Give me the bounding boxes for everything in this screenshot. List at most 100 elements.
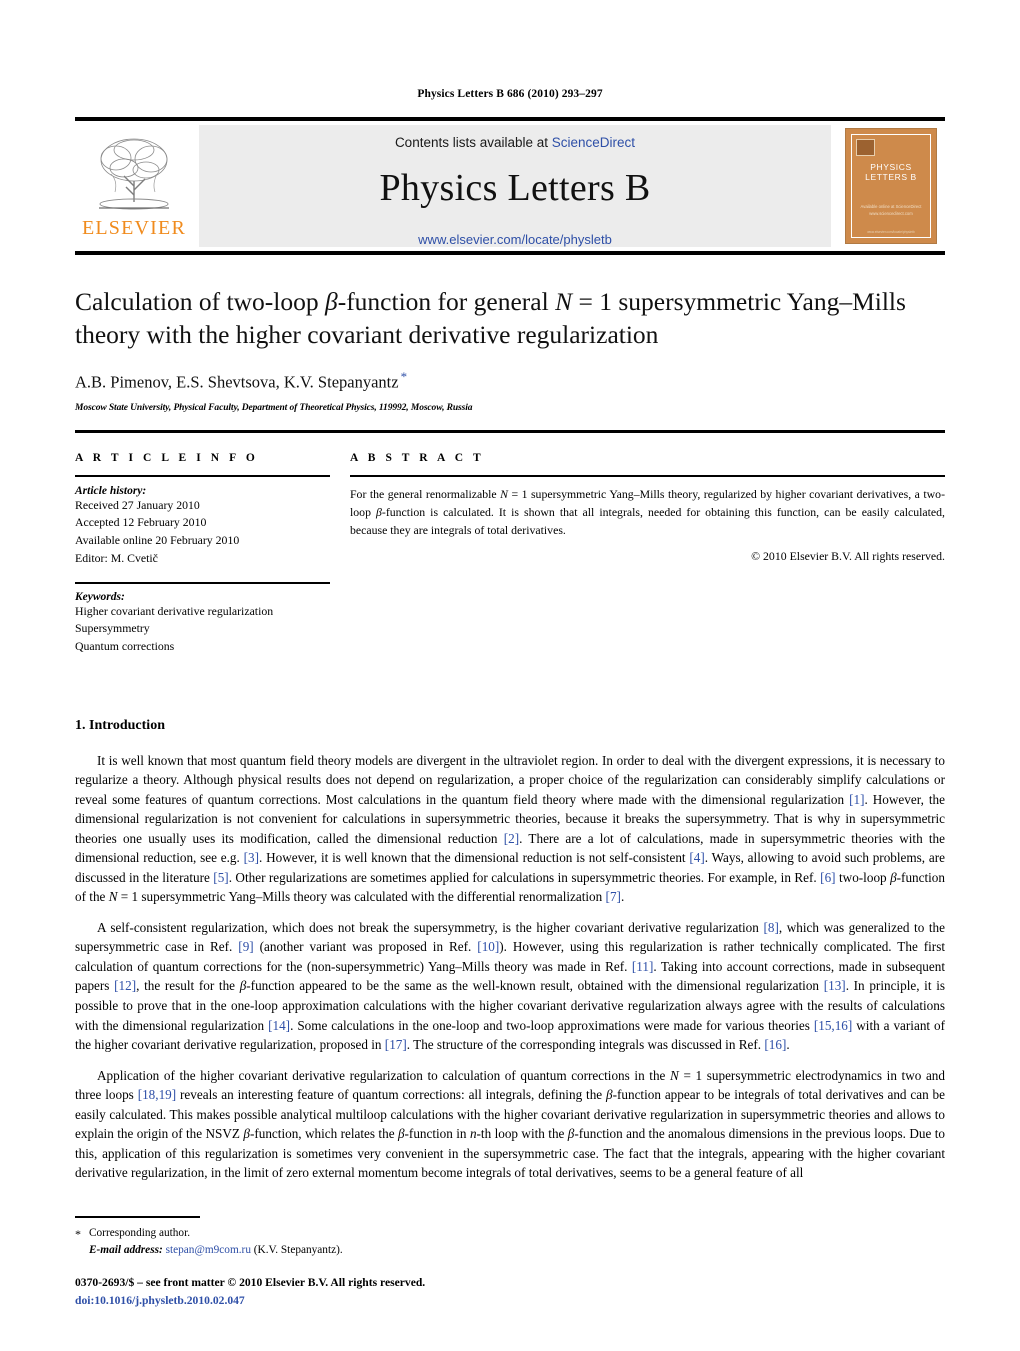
- citation-reference[interactable]: [13]: [824, 978, 846, 993]
- contents-prefix: Contents lists available at: [394, 135, 552, 150]
- body-text-run: = 1 supersymmetric Yang–Mills theory was…: [117, 889, 606, 905]
- sciencedirect-link[interactable]: ScienceDirect: [552, 135, 635, 150]
- body-text-run: -function, which relates the: [249, 1126, 398, 1142]
- body-text-run: Application of the higher covariant deri…: [97, 1067, 671, 1083]
- citation-reference[interactable]: [16]: [764, 1037, 786, 1052]
- journal-title: Physics Letters B: [379, 167, 651, 209]
- body-text-run: -function in: [404, 1126, 470, 1142]
- history-accepted: Accepted 12 February 2010: [75, 515, 207, 530]
- body-text-run: . Some calculations in the one-loop and …: [290, 1017, 814, 1033]
- title-N-symbol: N: [555, 287, 573, 316]
- corresponding-author-text: Corresponding author.: [89, 1227, 191, 1240]
- abstract-seg-1: For the general renormalizable: [350, 486, 501, 501]
- body-text-run: reveals an interesting feature of quantu…: [176, 1087, 607, 1103]
- body-text-run: . The structure of the corresponding int…: [406, 1037, 765, 1053]
- journal-cover-thumbnail[interactable]: PHYSICS LETTERS B Available online at Sc…: [837, 125, 945, 247]
- citation-reference[interactable]: [18,19]: [138, 1087, 176, 1102]
- title-line-2: theory with the higher covariant derivat…: [75, 320, 659, 350]
- citation-reference[interactable]: [15,16]: [814, 1018, 852, 1033]
- body-text-run: It is well known that most quantum field…: [75, 752, 945, 807]
- affiliation: Moscow State University, Physical Facult…: [75, 402, 473, 413]
- body-text-run: . However, it is well known that the dim…: [259, 850, 690, 866]
- body-paragraph: Application of the higher covariant deri…: [75, 1066, 945, 1183]
- math-symbol: n: [469, 1126, 477, 1142]
- elsevier-logo: ELSEVIER: [75, 125, 193, 247]
- body-text: It is well known that most quantum field…: [75, 751, 945, 1183]
- keywords-block: Keywords: Higher covariant derivative re…: [75, 581, 330, 656]
- title-block: Calculation of two-loop β-function for g…: [75, 255, 945, 413]
- abstract-rule: [350, 474, 945, 477]
- body-text-run: -th loop with the: [476, 1126, 568, 1142]
- citation-reference[interactable]: [9]: [238, 939, 253, 954]
- front-matter-line: 0370-2693/$ – see front matter © 2010 El…: [75, 1276, 426, 1290]
- citation-reference[interactable]: [17]: [385, 1037, 407, 1052]
- cover-title: PHYSICS LETTERS B: [865, 162, 917, 182]
- email-label: E-mail address:: [89, 1243, 163, 1256]
- copyright-line: © 2010 Elsevier B.V. All rights reserved…: [751, 548, 945, 563]
- keyword-item: Higher covariant derivative regularizati…: [75, 603, 274, 618]
- citation-reference[interactable]: [10]: [477, 939, 499, 954]
- citation-reference[interactable]: [6]: [820, 870, 835, 885]
- math-symbol: β: [397, 1126, 405, 1142]
- email-note: E-mail address: stepan@m9com.ru (K.V. St…: [75, 1242, 555, 1258]
- footnote-block: * Corresponding author. E-mail address: s…: [75, 1216, 555, 1309]
- citation-reference[interactable]: [14]: [268, 1018, 290, 1033]
- math-symbol: N: [108, 889, 118, 905]
- citation-reference[interactable]: [4]: [689, 850, 704, 865]
- top-rule: [75, 117, 945, 121]
- title-seg-3: = 1 supersymmetric Yang–Mills: [572, 287, 906, 316]
- body-text-run: (another variant was proposed in Ref.: [253, 939, 478, 955]
- math-symbol: β: [890, 869, 897, 885]
- abstract-seg-3: -function is calculated. It is shown tha…: [350, 505, 945, 538]
- body-text-run: . Other regularizations are sometimes ap…: [228, 869, 821, 885]
- citation-reference[interactable]: [1]: [849, 792, 864, 807]
- citation-reference[interactable]: [12]: [114, 978, 136, 993]
- keyword-item: Supersymmetry: [75, 621, 150, 636]
- email-link[interactable]: stepan@m9com.ru: [166, 1244, 251, 1256]
- elsevier-wordmark: ELSEVIER: [81, 217, 187, 239]
- history-editor: Editor: M. Cvetič: [75, 550, 158, 565]
- body-text-run: .: [620, 889, 625, 905]
- history-available-online: Available online 20 February 2010: [75, 533, 240, 548]
- citation-reference[interactable]: [8]: [763, 920, 778, 935]
- email-owner: (K.V. Stepanyantz).: [253, 1243, 343, 1256]
- masthead-panel: Contents lists available at ScienceDirec…: [199, 125, 831, 247]
- abstract-column: A B S T R A C T For the general renormal…: [350, 452, 945, 656]
- citation-reference[interactable]: [11]: [632, 959, 653, 974]
- body-text-run: two-loop: [835, 869, 891, 885]
- cover-inner-frame: PHYSICS LETTERS B Available online at Sc…: [851, 134, 931, 238]
- column-gap: [330, 452, 350, 656]
- elsevier-tree-icon: [99, 138, 169, 210]
- body-text-run: , the result for the: [136, 978, 240, 994]
- cover-footer: www.elsevier.com/locate/physletb: [867, 230, 915, 234]
- contents-available-line: Contents lists available at ScienceDirec…: [395, 135, 635, 150]
- body-text-run: .: [786, 1037, 790, 1053]
- cover-subtitle: Available online at ScienceDirect www.sc…: [860, 203, 922, 216]
- body-text-run: -function appeared to be the same as the…: [246, 978, 824, 994]
- citation-reference[interactable]: [5]: [213, 870, 228, 885]
- article-info-rule: [75, 474, 330, 477]
- abstract-text: For the general renormalizable N = 1 sup…: [350, 485, 945, 540]
- cover-badge-icon: [856, 139, 875, 156]
- cover-image: PHYSICS LETTERS B Available online at Sc…: [845, 128, 937, 244]
- corresponding-author-marker[interactable]: *: [401, 369, 408, 384]
- citation-reference[interactable]: [7]: [606, 889, 621, 904]
- section-title: Introduction: [89, 717, 165, 733]
- citation-reference[interactable]: [3]: [244, 850, 259, 865]
- author-names: A.B. Pimenov, E.S. Shevtsova, K.V. Stepa…: [75, 372, 399, 392]
- running-head: Physics Letters B 686 (2010) 293–297: [417, 88, 603, 100]
- title-seg-1: Calculation of two-loop: [75, 287, 325, 316]
- article-info-heading: A R T I C L E I N F O: [75, 451, 259, 464]
- page-title: Calculation of two-loop β-function for g…: [75, 285, 945, 351]
- title-seg-2: -function for general: [337, 287, 556, 316]
- math-symbol: β: [243, 1126, 250, 1142]
- info-abstract-row: A R T I C L E I N F O Article history: R…: [75, 452, 945, 656]
- math-symbol: N: [670, 1067, 679, 1083]
- article-page: Physics Letters B 686 (2010) 293–297 ELS…: [0, 0, 1020, 1351]
- doi-link[interactable]: doi:10.1016/j.physletb.2010.02.047: [75, 1292, 555, 1309]
- footnote-rule: [75, 1216, 200, 1219]
- author-block-rule: [75, 429, 945, 433]
- journal-homepage-link[interactable]: www.elsevier.com/locate/physletb: [418, 232, 612, 247]
- citation-reference[interactable]: [2]: [504, 831, 519, 846]
- body-text-run: A self-consistent regularization, which …: [97, 919, 764, 935]
